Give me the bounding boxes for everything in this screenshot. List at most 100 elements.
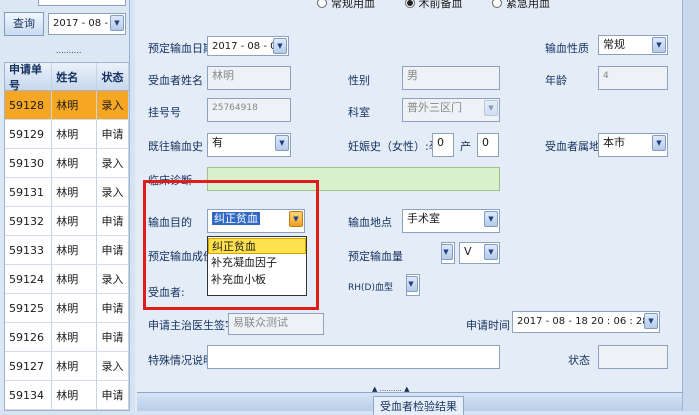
special-field[interactable]	[207, 345, 500, 369]
table-row[interactable]: 59124 林明 录入	[5, 265, 129, 294]
query-date-picker[interactable]: 2017 - 08 - 18 ▼	[48, 13, 126, 35]
request-grid: 申请单号 姓名 状态 59128 林明 录入 59129 林明 申请 59130 林明 录入 59…	[4, 62, 130, 411]
column-header-status[interactable]: 状态	[97, 63, 129, 90]
patient-name-label: 受血者姓名	[148, 74, 203, 87]
amount-select[interactable]: ▼	[441, 242, 455, 264]
nature-label: 输血性质	[545, 42, 589, 55]
cell-name: 林明	[52, 381, 98, 409]
cell-status: 录入	[97, 352, 129, 380]
amount-label: 预定输血量	[348, 250, 403, 263]
nature-value: 常规	[603, 38, 625, 51]
status-label: 状态	[568, 354, 590, 367]
radio-group: 常规用血 术前备血 紧急用血	[317, 0, 550, 11]
radio-emergency[interactable]: 紧急用血	[492, 0, 550, 10]
chevron-down-icon[interactable]: ▼	[652, 135, 666, 151]
residence-label: 受血者属地	[545, 140, 600, 153]
special-label: 特殊情况说明	[148, 354, 214, 367]
chevron-down-icon[interactable]: ▼	[484, 100, 498, 116]
cell-status: 申请	[97, 207, 129, 235]
chevron-down-icon[interactable]: ▼	[484, 244, 498, 260]
cell-id: 59127	[5, 352, 53, 380]
cell-name: 林明	[52, 149, 98, 177]
radio-routine[interactable]: 常规用血	[317, 0, 375, 10]
gender-field[interactable]: 男	[402, 66, 500, 90]
dept-select[interactable]: 普外三区门 ▼	[402, 98, 500, 122]
birth-field[interactable]: 0	[477, 133, 499, 157]
chevron-down-icon[interactable]: ▼	[273, 38, 287, 54]
cell-status: 申请	[97, 236, 129, 264]
column-header-name[interactable]: 姓名	[52, 63, 98, 90]
table-row[interactable]: 59126 林明 申请	[5, 323, 129, 352]
chevron-down-icon[interactable]: ▼	[644, 313, 658, 329]
cell-id: 59126	[5, 323, 53, 351]
rh-label: RH(D)血型	[348, 283, 393, 293]
chevron-down-icon[interactable]: ▼	[484, 211, 498, 227]
history-value: 有	[212, 136, 223, 149]
cell-name: 林明	[52, 207, 98, 235]
radio-emergency-label: 紧急用血	[506, 0, 550, 10]
table-row[interactable]: 59133 林明 申请	[5, 236, 129, 265]
radio-checked-icon	[404, 0, 415, 8]
age-field[interactable]: 4	[598, 66, 668, 90]
splitter-dots[interactable]: ..........	[56, 46, 81, 55]
gender-label: 性别	[348, 74, 370, 87]
cell-status: 申请	[97, 120, 129, 148]
residence-value: 本市	[603, 136, 625, 149]
doctor-field[interactable]: 易联众测试	[228, 313, 324, 335]
cell-status: 申请	[97, 381, 129, 409]
request-time-value: 2017 - 08 - 18 20 : 06 : 28	[517, 316, 649, 327]
rh-select[interactable]: ▼	[406, 274, 420, 296]
table-row[interactable]: 59125 林明 申请	[5, 294, 129, 323]
chevron-down-icon[interactable]: ▼	[442, 244, 453, 260]
column-header-id[interactable]: 申请单号	[5, 63, 53, 92]
age-label: 年龄	[545, 74, 567, 87]
history-label: 既往输血史	[148, 140, 203, 153]
chevron-down-icon[interactable]: ▼	[407, 276, 418, 292]
table-row[interactable]: 59129 林明 申请	[5, 120, 129, 149]
chevron-down-icon[interactable]: ▼	[275, 135, 289, 151]
amount-unit-select[interactable]: V ▼	[459, 242, 500, 264]
dept-value: 普外三区门	[407, 101, 462, 114]
radio-icon	[492, 0, 502, 8]
planned-date-label: 预定输血日期	[148, 42, 214, 55]
grid-header: 申请单号 姓名 状态	[5, 63, 129, 92]
bottom-tab-bar: 受血者检验结果	[137, 392, 682, 415]
table-row[interactable]: 59128 林明 录入	[5, 91, 129, 120]
history-select[interactable]: 有 ▼	[207, 133, 291, 157]
chevron-down-icon[interactable]: ▼	[652, 37, 666, 53]
radio-preop-label: 术前备血	[418, 0, 463, 10]
cell-name: 林明	[52, 91, 98, 119]
chevron-down-icon[interactable]: ▼	[110, 15, 124, 31]
birth-label: 产	[460, 140, 471, 153]
cell-status: 录入	[97, 149, 129, 177]
residence-select[interactable]: 本市 ▼	[598, 133, 668, 157]
planned-date-picker[interactable]: 2017 - 08 - 03 ▼	[207, 36, 289, 56]
radio-routine-label: 常规用血	[331, 0, 375, 10]
query-button[interactable]: 查询	[4, 12, 44, 36]
cell-status: 申请	[97, 294, 129, 322]
request-time-picker[interactable]: 2017 - 08 - 18 20 : 06 : 28 ▼	[512, 311, 660, 333]
pregnancy-label: 妊娠史（女性）:孕	[348, 140, 440, 153]
dept-label: 科室	[348, 106, 370, 119]
radio-preop[interactable]: 术前备血	[404, 0, 463, 10]
cell-status: 录入	[97, 265, 129, 293]
table-row[interactable]: 59134 林明 申请	[5, 381, 129, 410]
vertical-scrollbar[interactable]	[682, 0, 699, 411]
table-row[interactable]: 59127 林明 录入	[5, 352, 129, 381]
status-field[interactable]	[598, 345, 668, 369]
tab-test-results[interactable]: 受血者检验结果	[373, 396, 464, 415]
reg-no-field[interactable]: 25764918	[207, 98, 291, 122]
table-row[interactable]: 59131 林明 录入	[5, 178, 129, 207]
pregnancy-field[interactable]: 0	[432, 133, 454, 157]
table-row[interactable]: 59132 林明 申请	[5, 207, 129, 236]
cell-name: 林明	[52, 178, 98, 206]
cell-status: 录入	[97, 178, 129, 206]
location-select[interactable]: 手术室 ▼	[402, 209, 500, 233]
patient-name-field[interactable]: 林明	[207, 66, 291, 90]
nature-select[interactable]: 常规 ▼	[598, 35, 668, 55]
table-row[interactable]: 59130 林明 录入	[5, 149, 129, 178]
cell-name: 林明	[52, 236, 98, 264]
left-panel: 查询 2017 - 08 - 18 ▼ .......... 申请单号 姓名 状…	[0, 0, 130, 411]
cell-id: 59134	[5, 381, 53, 409]
highlight-box	[143, 180, 319, 310]
